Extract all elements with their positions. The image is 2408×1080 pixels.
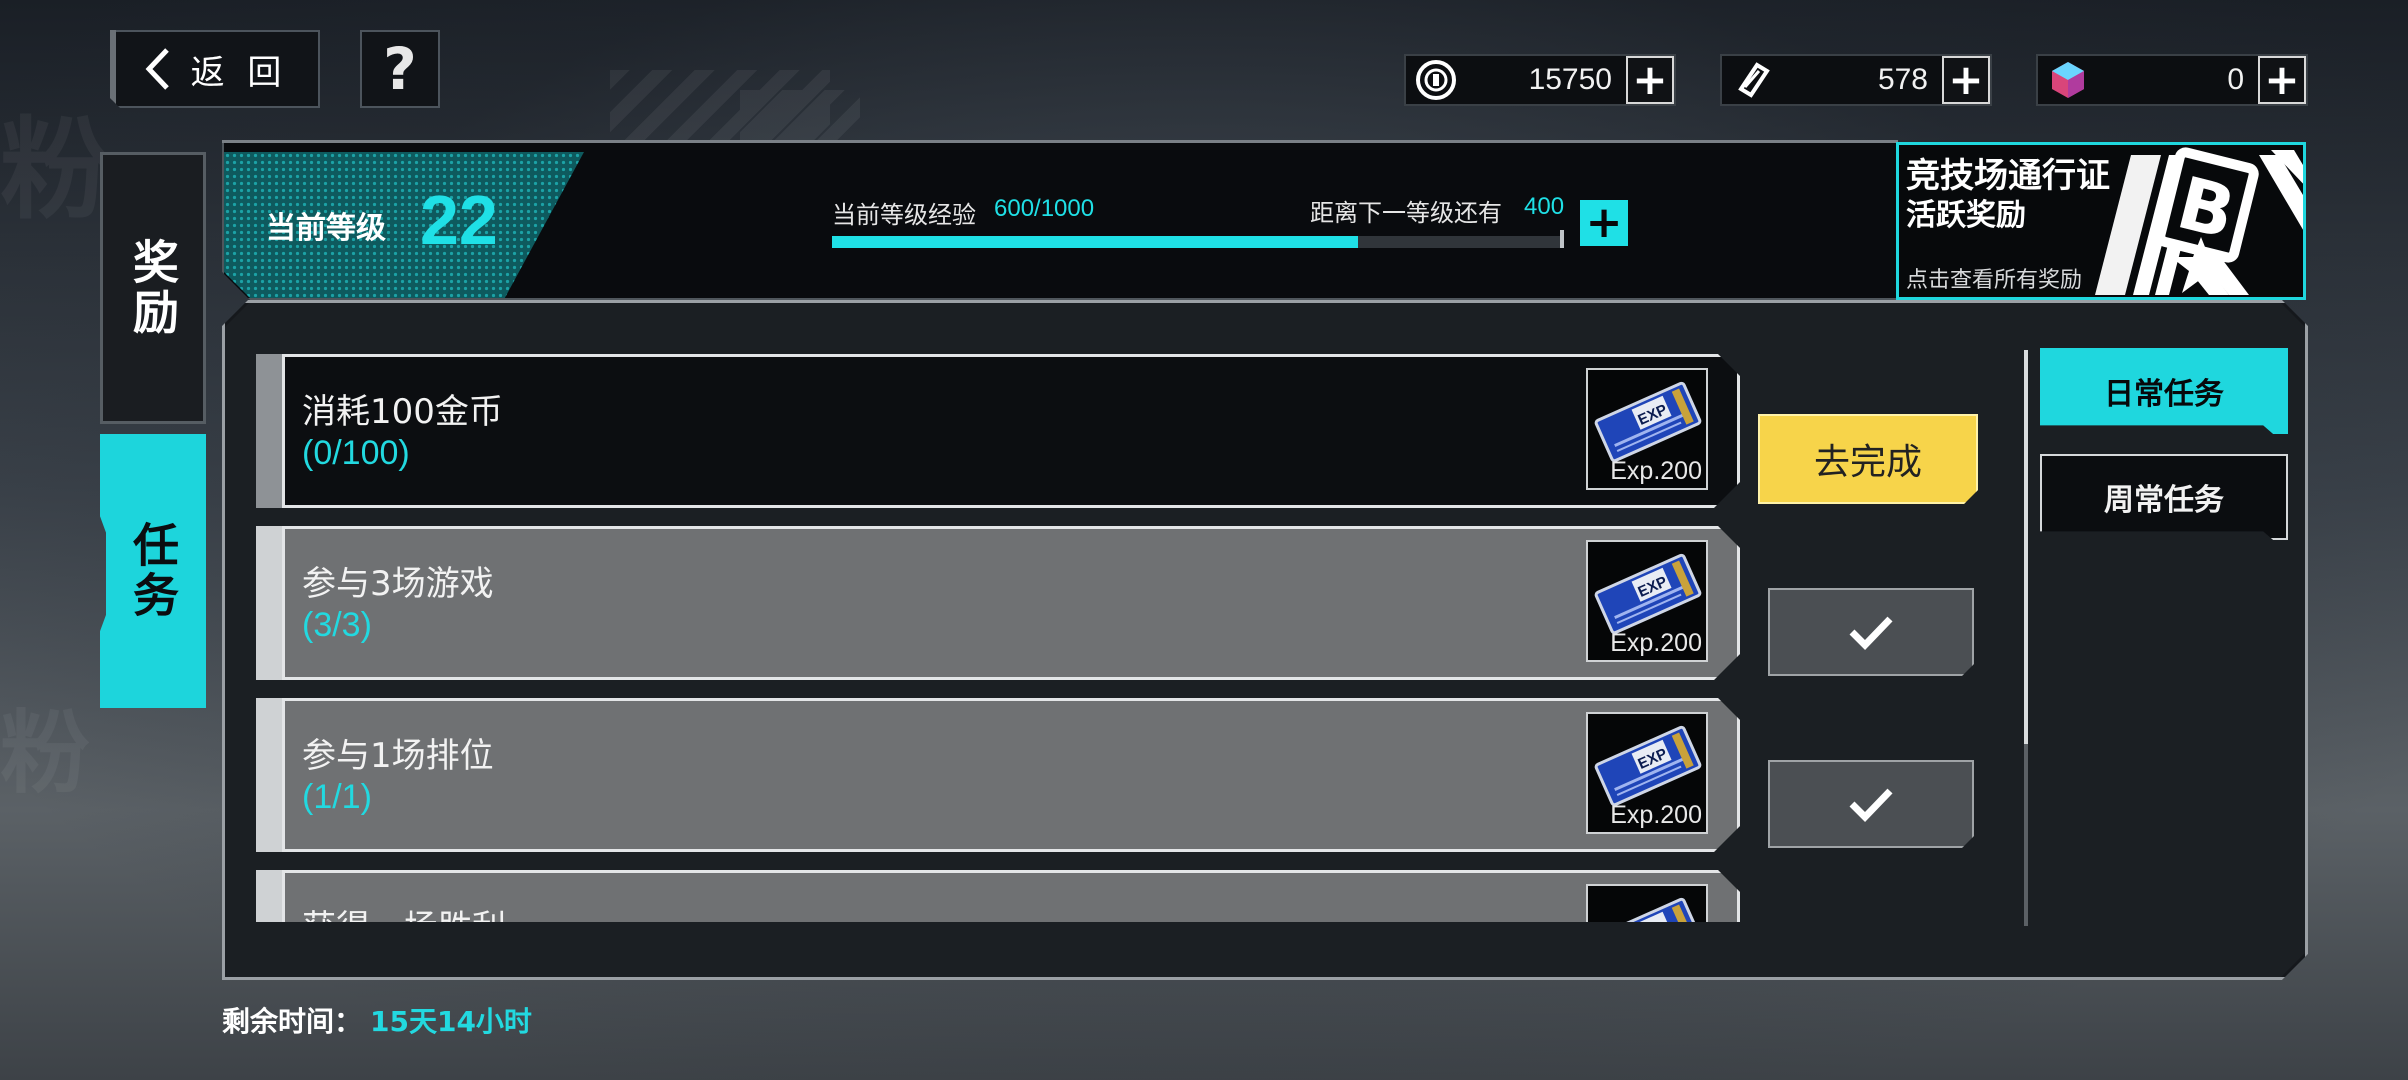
task-completed-button[interactable] <box>1768 588 1974 676</box>
task-row: 获得一场胜利 <box>256 870 1740 922</box>
side-tab-tasks[interactable]: 任务 <box>100 434 206 708</box>
chevron-left-icon <box>143 46 173 92</box>
add-coin-button[interactable]: + <box>1626 56 1674 104</box>
crystal-value: 0 <box>2227 63 2244 96</box>
gem-feather-icon <box>1730 58 1774 102</box>
exp-ticket-icon <box>1594 897 1702 922</box>
task-row: 消耗100金币 (0/100) EXP Exp.200 <box>256 354 1740 508</box>
tab-weekly-tasks[interactable]: 周常任务 <box>2040 454 2288 540</box>
exp-ticket-reward[interactable] <box>1586 884 1708 922</box>
add-gem-button[interactable]: + <box>1942 56 1990 104</box>
coin-value: 15750 <box>1528 63 1612 96</box>
current-level-label: 当前等级 <box>266 211 386 246</box>
exp-label: 当前等级经验 <box>832 201 976 229</box>
coin-icon <box>1414 58 1458 102</box>
checkmark-icon <box>1847 784 1895 824</box>
task-row-stripe <box>256 870 282 922</box>
task-row-stripe <box>256 698 282 852</box>
task-row-stripe <box>256 354 282 508</box>
add-crystal-button[interactable]: + <box>2258 56 2306 104</box>
exp-progress-cap <box>1560 230 1564 248</box>
exp-ticket-reward[interactable]: EXP Exp.200 <box>1586 712 1708 834</box>
current-level-value: 22 <box>420 181 498 259</box>
task-completed-button[interactable] <box>1768 760 1974 848</box>
side-tab-tasks-label: 任务 <box>126 521 180 621</box>
exp-ticket-reward[interactable]: EXP Exp.200 <box>1586 540 1708 662</box>
pass-subtitle: 活跃奖励 <box>1906 198 2026 233</box>
task-row: 参与3场游戏 (3/3) EXP Exp.200 <box>256 526 1740 680</box>
task-name: 参与3场游戏 <box>302 564 494 604</box>
go-complete-label: 去完成 <box>1813 442 1922 483</box>
next-level-value: 400 <box>1524 193 1565 220</box>
header-divider <box>222 140 1898 143</box>
question-icon: ? <box>383 35 417 103</box>
help-button[interactable]: ? <box>360 30 440 108</box>
crystal-icon <box>2046 58 2090 102</box>
task-reward-amount: Exp.200 <box>1610 801 1702 829</box>
back-label: 返 回 <box>190 52 288 93</box>
task-row-stripe <box>256 526 282 680</box>
task-list-scrollbar-thumb[interactable] <box>2024 350 2028 744</box>
remaining-time-value: 15天14小时 <box>370 1005 532 1038</box>
task-progress: (0/100) <box>302 434 410 472</box>
exp-ticket-reward[interactable]: EXP Exp.200 <box>1586 368 1708 490</box>
pass-view-all-hint: 点击查看所有奖励 <box>1906 268 2083 293</box>
next-level-label: 距离下一等级还有 <box>1310 199 1502 227</box>
side-tab-rewards-label: 奖励 <box>126 238 180 338</box>
task-row: 参与1场排位 (1/1) EXP Exp.200 <box>256 698 1740 852</box>
task-progress: (3/3) <box>302 606 372 644</box>
tab-daily-tasks-label: 日常任务 <box>2104 377 2224 412</box>
task-name: 消耗100金币 <box>302 392 503 432</box>
currency-gem: 578 + <box>1720 54 1992 106</box>
side-tab-rewards[interactable]: 奖励 <box>100 152 206 424</box>
task-card <box>282 526 1740 680</box>
task-progress: (1/1) <box>302 778 372 816</box>
tab-daily-tasks[interactable]: 日常任务 <box>2040 348 2288 434</box>
currency-coin: 15750 + <box>1404 54 1676 106</box>
buy-exp-button[interactable]: + <box>1580 200 1628 246</box>
go-complete-button[interactable]: 去完成 <box>1758 414 1978 504</box>
remaining-time-label: 剩余时间： <box>222 1005 363 1038</box>
currency-crystal: 0 + <box>2036 54 2308 106</box>
checkmark-icon <box>1847 612 1895 652</box>
task-card <box>282 698 1740 852</box>
task-reward-amount: Exp.200 <box>1610 457 1702 485</box>
exp-value: 600/1000 <box>994 195 1095 222</box>
task-name: 获得一场胜利 <box>302 900 506 922</box>
task-list[interactable]: 消耗100金币 (0/100) EXP Exp.200 参与3场游戏 (3/3) <box>256 350 1746 922</box>
task-reward-amount: Exp.200 <box>1610 629 1702 657</box>
tab-weekly-tasks-label: 周常任务 <box>2104 483 2224 518</box>
task-name: 参与1场排位 <box>302 736 494 776</box>
gem-value: 578 <box>1877 63 1928 96</box>
back-button[interactable]: 返 回 <box>110 30 320 108</box>
exp-progress-fill <box>832 236 1358 248</box>
